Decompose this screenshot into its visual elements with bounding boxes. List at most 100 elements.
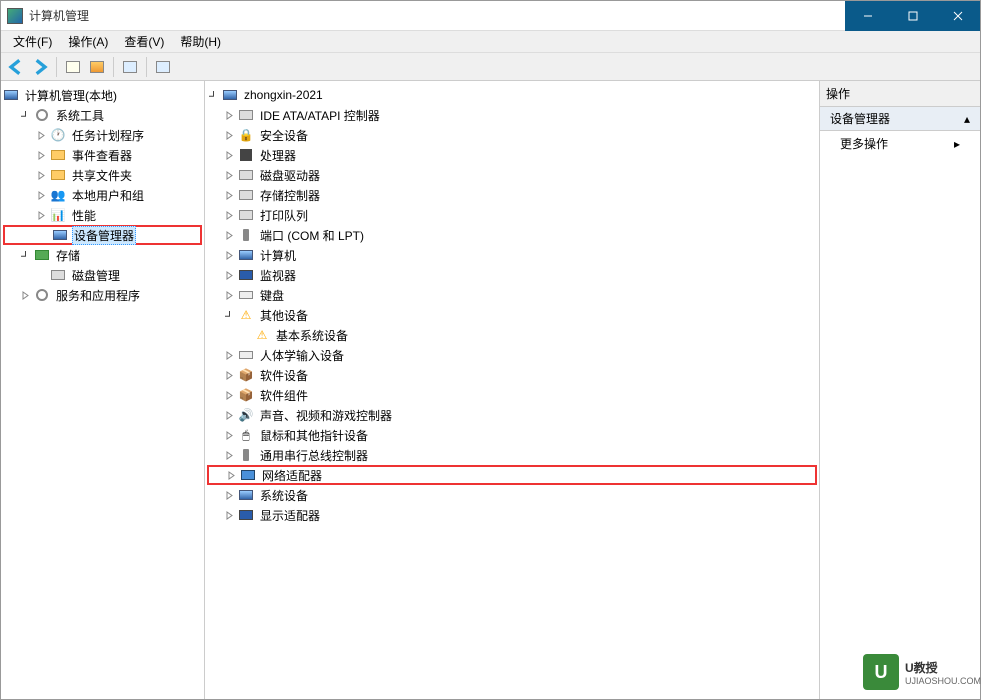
device-system[interactable]: 系统设备: [207, 485, 817, 505]
device-cpu[interactable]: 处理器: [207, 145, 817, 165]
toolbar: [1, 53, 980, 81]
device-other-basic[interactable]: ⚠基本系统设备: [207, 325, 817, 345]
device-display[interactable]: 显示适配器: [207, 505, 817, 525]
menu-file[interactable]: 文件(F): [5, 31, 60, 52]
toolbar-separator: [56, 57, 57, 77]
expand-icon[interactable]: [223, 449, 236, 462]
titlebar: 计算机管理: [1, 1, 980, 31]
tree-device-manager[interactable]: 设备管理器: [3, 225, 202, 245]
expand-icon[interactable]: [225, 469, 238, 482]
users-icon: 👥: [50, 187, 66, 203]
toolbar-btn-3[interactable]: [119, 56, 141, 78]
expand-icon[interactable]: [223, 229, 236, 242]
event-icon: [50, 147, 66, 163]
tree-system-tools[interactable]: 系统工具: [3, 105, 202, 125]
device-network[interactable]: 网络适配器: [207, 465, 817, 485]
device-root[interactable]: zhongxin-2021: [207, 85, 817, 105]
tree-task-scheduler[interactable]: 🕐 任务计划程序: [3, 125, 202, 145]
device-storage-ctrl[interactable]: 存储控制器: [207, 185, 817, 205]
tree-services[interactable]: 服务和应用程序: [3, 285, 202, 305]
actions-category[interactable]: 设备管理器 ▴: [820, 107, 980, 131]
expand-icon[interactable]: [223, 209, 236, 222]
tree-label: 任务计划程序: [70, 126, 146, 145]
device-label: 通用串行总线控制器: [258, 446, 370, 465]
expand-icon[interactable]: [223, 349, 236, 362]
actions-more[interactable]: 更多操作 ▸: [820, 131, 980, 156]
expand-icon[interactable]: [19, 289, 32, 302]
expand-icon[interactable]: [35, 189, 48, 202]
device-diskdrive[interactable]: 磁盘驱动器: [207, 165, 817, 185]
device-swdev[interactable]: 📦软件设备: [207, 365, 817, 385]
device-hid[interactable]: 人体学输入设备: [207, 345, 817, 365]
actions-header: 操作: [820, 81, 980, 107]
close-button[interactable]: [935, 1, 980, 31]
expand-icon[interactable]: [223, 409, 236, 422]
back-button[interactable]: [5, 56, 27, 78]
device-label: 计算机: [258, 246, 298, 265]
expand-icon[interactable]: [223, 129, 236, 142]
device-usb[interactable]: 通用串行总线控制器: [207, 445, 817, 465]
device-ide[interactable]: IDE ATA/ATAPI 控制器: [207, 105, 817, 125]
expand-icon[interactable]: [223, 149, 236, 162]
expand-icon[interactable]: [223, 429, 236, 442]
tree-storage[interactable]: 存储: [3, 245, 202, 265]
expand-icon[interactable]: [223, 289, 236, 302]
spacer: [239, 329, 252, 342]
tree-label: 共享文件夹: [70, 166, 134, 185]
device-printqueue[interactable]: 打印队列: [207, 205, 817, 225]
device-monitor[interactable]: 监视器: [207, 265, 817, 285]
device-ports[interactable]: 端口 (COM 和 LPT): [207, 225, 817, 245]
device-audio[interactable]: 🔊声音、视频和游戏控制器: [207, 405, 817, 425]
collapse-icon[interactable]: [207, 89, 220, 102]
expand-icon[interactable]: [35, 149, 48, 162]
toolbar-btn-1[interactable]: [62, 56, 84, 78]
expand-icon[interactable]: [223, 249, 236, 262]
collapse-icon[interactable]: [223, 309, 236, 322]
expand-icon[interactable]: [35, 209, 48, 222]
expand-icon[interactable]: [223, 389, 236, 402]
expand-icon[interactable]: [223, 269, 236, 282]
menu-action[interactable]: 操作(A): [60, 31, 116, 52]
tree-local-users[interactable]: 👥 本地用户和组: [3, 185, 202, 205]
menu-view[interactable]: 查看(V): [116, 31, 172, 52]
maximize-button[interactable]: [890, 1, 935, 31]
device-label: zhongxin-2021: [242, 87, 325, 103]
expand-icon[interactable]: [223, 109, 236, 122]
toolbar-btn-4[interactable]: [152, 56, 174, 78]
expand-icon[interactable]: [35, 169, 48, 182]
folder-icon: [50, 167, 66, 183]
device-icon: [52, 227, 68, 243]
expand-icon[interactable]: [223, 509, 236, 522]
expand-icon[interactable]: [223, 489, 236, 502]
tree-root[interactable]: 计算机管理(本地): [3, 85, 202, 105]
expand-icon[interactable]: [223, 189, 236, 202]
device-computer[interactable]: 计算机: [207, 245, 817, 265]
device-other[interactable]: ⚠其他设备: [207, 305, 817, 325]
minimize-button[interactable]: [845, 1, 890, 31]
device-label: 磁盘驱动器: [258, 166, 322, 185]
spacer: [35, 269, 48, 282]
tree-performance[interactable]: 📊 性能: [3, 205, 202, 225]
device-label: 网络适配器: [260, 466, 324, 485]
device-label: 鼠标和其他指针设备: [258, 426, 370, 445]
tree-event-viewer[interactable]: 事件查看器: [3, 145, 202, 165]
expand-icon[interactable]: [223, 169, 236, 182]
device-label: 声音、视频和游戏控制器: [258, 406, 394, 425]
collapse-icon[interactable]: [19, 109, 32, 122]
toolbar-btn-2[interactable]: [86, 56, 108, 78]
menu-help[interactable]: 帮助(H): [172, 31, 229, 52]
device-security[interactable]: 🔒安全设备: [207, 125, 817, 145]
expand-icon[interactable]: [35, 129, 48, 142]
computer-icon: [238, 247, 254, 263]
device-keyboard[interactable]: 键盘: [207, 285, 817, 305]
device-mouse[interactable]: 🖱鼠标和其他指针设备: [207, 425, 817, 445]
services-icon: [34, 287, 50, 303]
tree-shared-folders[interactable]: 共享文件夹: [3, 165, 202, 185]
tree-disk-mgmt[interactable]: 磁盘管理: [3, 265, 202, 285]
expand-icon[interactable]: [223, 369, 236, 382]
forward-button[interactable]: [29, 56, 51, 78]
perf-icon: 📊: [50, 207, 66, 223]
device-swcomp[interactable]: 📦软件组件: [207, 385, 817, 405]
collapse-icon[interactable]: [19, 249, 32, 262]
tree-label: 计算机管理(本地): [23, 86, 119, 105]
